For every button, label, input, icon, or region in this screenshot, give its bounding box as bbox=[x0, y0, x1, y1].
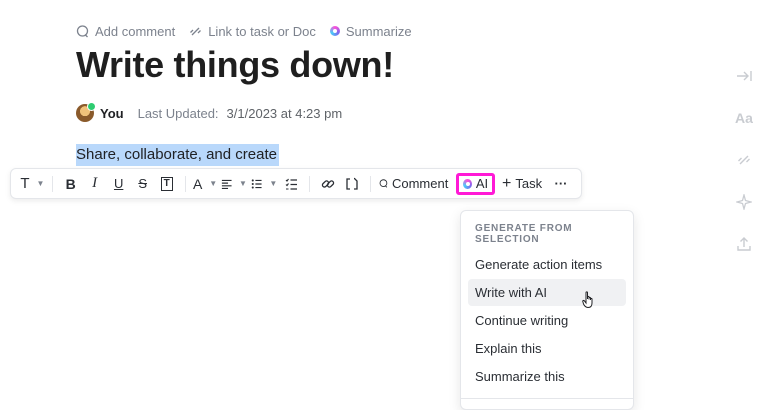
toolbar-divider bbox=[370, 175, 372, 192]
embed-button[interactable] bbox=[340, 173, 364, 195]
chevron-down-icon: ▼ bbox=[36, 179, 45, 188]
author-name: You bbox=[100, 105, 124, 121]
add-task-button[interactable]: + Task bbox=[501, 173, 543, 195]
selected-text[interactable]: Share, collaborate, and create bbox=[76, 144, 279, 166]
menu-divider bbox=[461, 398, 633, 399]
comment-icon bbox=[76, 24, 89, 37]
add-task-label: Task bbox=[515, 176, 543, 191]
link-rail-button[interactable] bbox=[734, 150, 754, 170]
last-updated-value: 3/1/2023 at 4:23 pm bbox=[226, 105, 343, 121]
align-left-icon bbox=[221, 179, 232, 189]
font-size-button[interactable]: Aa bbox=[734, 108, 754, 128]
italic-button[interactable]: I bbox=[83, 173, 107, 195]
highlight-button[interactable]: T bbox=[155, 173, 179, 195]
arrow-right-bar-icon bbox=[737, 71, 752, 81]
list-dropdown[interactable]: ▼ bbox=[249, 173, 279, 195]
toolbar-divider bbox=[51, 175, 53, 192]
link-task-label: Link to task or Doc bbox=[208, 23, 316, 39]
menu-heading: GENERATE FROM SELECTION bbox=[475, 223, 573, 245]
menu-item-label: Write with AI bbox=[475, 285, 548, 300]
summarize-link[interactable]: Summarize bbox=[329, 23, 412, 39]
link-button[interactable] bbox=[316, 173, 340, 195]
text-box-icon: T bbox=[160, 176, 173, 191]
toolbar-divider bbox=[309, 175, 311, 192]
comment-button-label: Comment bbox=[391, 176, 449, 191]
add-comment-link[interactable]: Add comment bbox=[76, 24, 175, 39]
menu-item-generate-action-items[interactable]: Generate action items bbox=[468, 251, 626, 278]
menu-item-continue-writing[interactable]: Continue writing bbox=[468, 307, 626, 334]
ai-generate-menu: GENERATE FROM SELECTION Generate action … bbox=[460, 210, 634, 410]
link-task-link[interactable]: Link to task or Doc bbox=[189, 24, 316, 39]
doc-top-actions: Add comment Link to task or Doc Summariz… bbox=[76, 21, 412, 41]
text-style-dropdown[interactable]: T ▼ bbox=[19, 173, 46, 195]
text-color-dropdown[interactable]: A ▼ bbox=[192, 173, 219, 195]
bullet-list-icon bbox=[251, 178, 262, 189]
collapse-button[interactable] bbox=[734, 66, 754, 86]
chevron-down-icon: ▼ bbox=[238, 179, 247, 188]
formatting-toolbar: T ▼ B I U S T A ▼ ▼ ▼ Comment AI + Task … bbox=[10, 168, 582, 199]
embed-icon bbox=[346, 177, 358, 190]
last-updated-label: Last Updated: bbox=[137, 105, 219, 121]
upload-icon bbox=[737, 237, 751, 251]
menu-item-write-with-ai[interactable]: Write with AI bbox=[468, 279, 626, 309]
page-title: Write things down! bbox=[76, 44, 394, 85]
ai-button[interactable]: AI bbox=[456, 172, 496, 195]
add-comment-label: Add comment bbox=[95, 23, 176, 39]
ai-icon bbox=[329, 26, 340, 36]
underline-button[interactable]: U bbox=[107, 173, 131, 195]
link-icon bbox=[738, 155, 750, 165]
text-color-icon: A bbox=[192, 175, 203, 192]
avatar[interactable] bbox=[76, 102, 96, 122]
toolbar-divider bbox=[184, 175, 186, 192]
presence-indicator bbox=[87, 102, 96, 111]
right-rail: Aa bbox=[734, 66, 754, 254]
comment-icon bbox=[379, 179, 388, 188]
sparkle-icon bbox=[736, 194, 752, 210]
menu-item-summarize-this[interactable]: Summarize this bbox=[468, 363, 626, 390]
sparkle-button[interactable] bbox=[734, 192, 754, 212]
chevron-down-icon: ▼ bbox=[209, 179, 218, 188]
menu-item-explain-this[interactable]: Explain this bbox=[468, 335, 626, 362]
strikethrough-button[interactable]: S bbox=[131, 173, 155, 195]
comment-button[interactable]: Comment bbox=[377, 173, 450, 195]
link-icon bbox=[321, 179, 335, 188]
more-options-button[interactable]: ··· bbox=[549, 173, 573, 195]
doc-meta: You Last Updated: 3/1/2023 at 4:23 pm bbox=[76, 102, 343, 123]
bold-button[interactable]: B bbox=[59, 173, 83, 195]
checklist-icon bbox=[285, 178, 297, 190]
ai-icon bbox=[463, 178, 472, 189]
chevron-down-icon: ▼ bbox=[269, 179, 278, 188]
align-dropdown[interactable]: ▼ bbox=[219, 173, 249, 195]
text-style-icon: T bbox=[20, 175, 30, 192]
plus-icon: + bbox=[502, 174, 512, 192]
share-button[interactable] bbox=[734, 234, 754, 254]
link-icon bbox=[190, 27, 202, 35]
checklist-button[interactable] bbox=[279, 173, 303, 195]
ai-button-label: AI bbox=[475, 176, 489, 191]
summarize-label: Summarize bbox=[345, 23, 412, 39]
